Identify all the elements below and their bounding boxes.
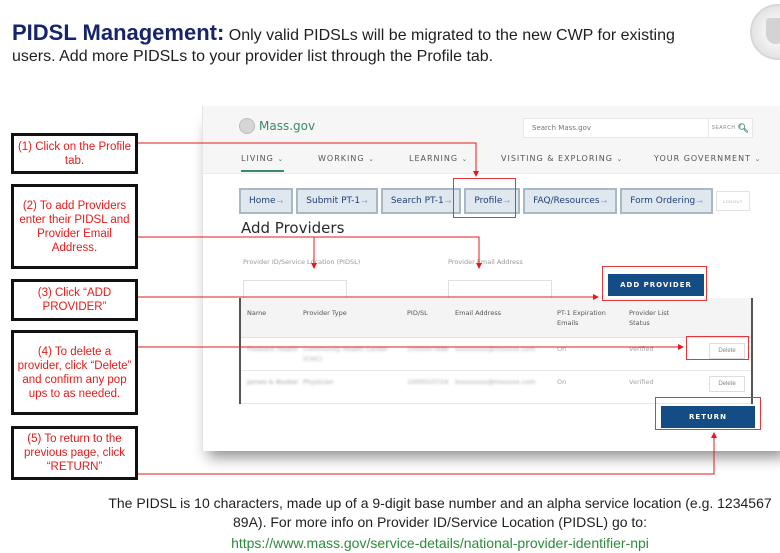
callout-arrows: [138, 142, 717, 475]
arrow-step-2a: [138, 236, 482, 269]
npi-info-link[interactable]: https://www.mass.gov/service-details/nat…: [100, 535, 780, 551]
pidsl-info-text: The PIDSL is 10 characters, made up of a…: [108, 495, 772, 530]
arrow-step-1: [138, 142, 479, 177]
arrow-step-5: [138, 432, 717, 475]
